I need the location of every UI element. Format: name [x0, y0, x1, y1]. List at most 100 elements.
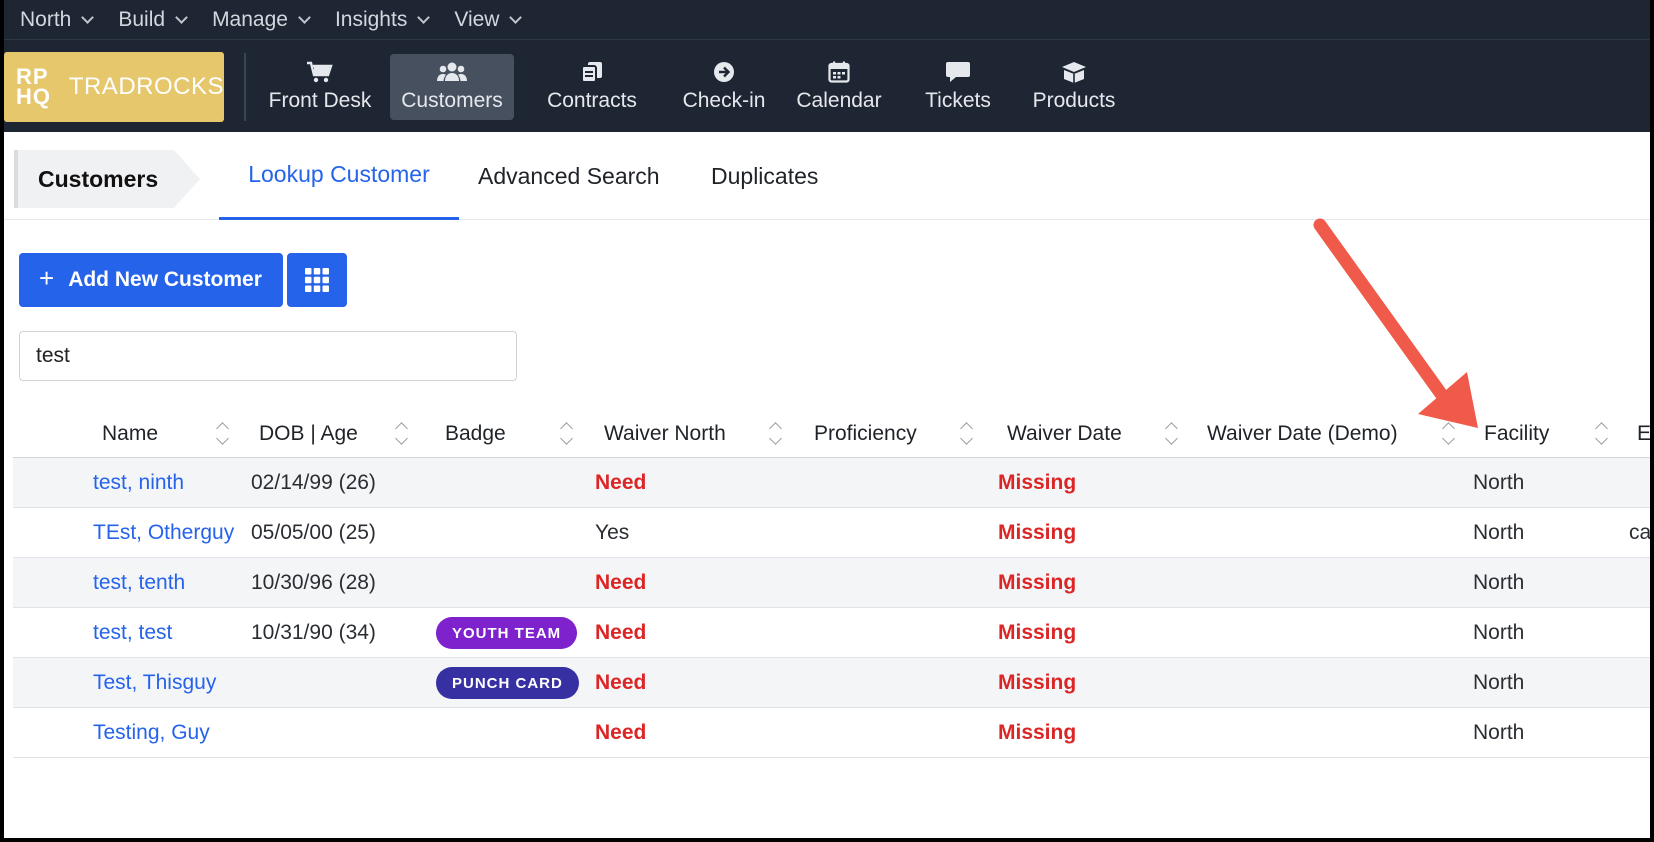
add-new-customer-label: Add New Customer — [68, 268, 262, 291]
sort-icon[interactable] — [1442, 420, 1456, 448]
customer-name-link[interactable]: TEst, Otherguy — [93, 521, 234, 545]
tab-advanced-search[interactable]: Advanced Search — [478, 132, 660, 220]
waiver-date-cell: Missing — [998, 621, 1077, 644]
waiver-north-cell: Yes — [595, 521, 630, 544]
nav-check-in-label: Check-in — [682, 89, 766, 112]
column-email[interactable]: Em — [1637, 422, 1650, 446]
sort-icon[interactable] — [960, 420, 974, 448]
menu-north[interactable]: North — [20, 8, 95, 32]
table-row[interactable]: TEst, Otherguy 05/05/00 (25) Yes Missing… — [13, 508, 1650, 558]
column-name[interactable]: Name — [102, 422, 158, 446]
facility-cell: North — [1473, 471, 1525, 494]
customer-name-link[interactable]: test, tenth — [93, 571, 185, 595]
table-row[interactable]: test, test 10/31/90 (34) YOUTH TEAM Need… — [13, 608, 1650, 658]
menu-manage[interactable]: Manage — [212, 7, 311, 32]
plus-icon: + — [39, 263, 55, 293]
column-waiver-date[interactable]: Waiver Date — [1007, 422, 1122, 446]
dob-cell: 10/31/90 (34) — [251, 621, 376, 644]
sort-icon[interactable] — [1165, 420, 1179, 448]
top-menu: North Build Manage Insights View — [4, 0, 1650, 40]
users-icon — [437, 62, 467, 81]
nav-divider — [244, 53, 246, 121]
chevron-down-icon — [81, 10, 95, 24]
menu-build-label: Build — [118, 7, 166, 31]
nav-products[interactable]: Products — [1014, 54, 1134, 120]
column-facility[interactable]: Facility — [1484, 422, 1549, 446]
column-proficiency[interactable]: Proficiency — [814, 422, 917, 446]
chat-icon — [946, 62, 970, 82]
tab-duplicates[interactable]: Duplicates — [711, 132, 818, 220]
waiver-north-cell: Need — [595, 571, 647, 594]
dob-cell: 05/05/00 (25) — [251, 521, 376, 544]
chevron-down-icon — [509, 10, 523, 24]
menu-manage-label: Manage — [212, 7, 288, 31]
menu-insights-label: Insights — [334, 7, 408, 31]
nav-customers[interactable]: Customers — [390, 54, 514, 120]
add-new-customer-button[interactable]: + Add New Customer — [19, 253, 283, 307]
waiver-north-cell: Need — [595, 671, 647, 694]
arrow-circle-icon — [714, 62, 734, 82]
facility-cell: North — [1473, 571, 1525, 594]
facility-cell: North — [1473, 521, 1525, 544]
column-waiver-date-demo[interactable]: Waiver Date (Demo) — [1207, 422, 1398, 446]
nav-contracts-label: Contracts — [547, 89, 637, 112]
table-row[interactable]: Test, Thisguy PUNCH CARD Need Missing No… — [13, 658, 1650, 708]
customer-name-link[interactable]: Test, Thisguy — [93, 671, 216, 695]
email-cell: ca — [1629, 521, 1650, 544]
sort-icon[interactable] — [395, 420, 409, 448]
dob-cell: 02/14/99 (26) — [251, 471, 376, 494]
logo-name: TRADROCKS — [68, 73, 224, 100]
breadcrumb-arrow — [174, 150, 200, 208]
nav-customers-label: Customers — [401, 89, 503, 112]
nav-products-label: Products — [1032, 89, 1116, 112]
box-icon — [1062, 62, 1086, 83]
cart-icon — [307, 61, 333, 83]
table-row[interactable]: test, tenth 10/30/96 (28) Need Missing N… — [13, 558, 1650, 608]
nav-tickets[interactable]: Tickets — [908, 54, 1008, 120]
nav-calendar-label: Calendar — [796, 89, 882, 112]
column-waiver-north[interactable]: Waiver North — [604, 422, 726, 446]
grid-icon — [305, 268, 329, 292]
logo[interactable]: RP HQ TRADROCKS — [4, 52, 224, 122]
sort-icon[interactable] — [216, 420, 230, 448]
menu-insights[interactable]: Insights — [334, 7, 431, 32]
sort-icon[interactable] — [769, 420, 783, 448]
menu-build[interactable]: Build — [118, 7, 188, 32]
chevron-down-icon — [298, 10, 311, 24]
waiver-date-cell: Missing — [998, 471, 1077, 494]
dob-cell: 10/30/96 (28) — [251, 571, 376, 594]
contracts-icon — [581, 62, 602, 83]
nav-front-desk[interactable]: Front Desk — [260, 54, 380, 120]
grid-view-button[interactable] — [287, 253, 347, 307]
tab-bar: Customers Lookup Customer Advanced Searc… — [4, 132, 1650, 220]
chevron-down-icon — [175, 10, 188, 24]
table-row[interactable]: test, ninth 02/14/99 (26) Need Missing N… — [13, 458, 1650, 508]
waiver-north-cell: Need — [595, 471, 647, 494]
customer-name-link[interactable]: test, ninth — [93, 471, 184, 495]
facility-cell: North — [1473, 721, 1525, 744]
nav-contracts[interactable]: Contracts — [532, 54, 652, 120]
waiver-date-cell: Missing — [998, 721, 1077, 744]
column-dob-age[interactable]: DOB | Age — [259, 422, 358, 446]
main-nav: RP HQ TRADROCKS Front Desk Customers Cont… — [4, 40, 1650, 132]
table-row[interactable]: Testing, Guy Need Missing North — [13, 708, 1650, 758]
menu-view[interactable]: View — [454, 7, 523, 32]
chevron-down-icon — [417, 10, 431, 24]
menu-view-label: View — [454, 7, 500, 31]
sort-icon[interactable] — [1595, 420, 1609, 448]
waiver-date-cell: Missing — [998, 521, 1077, 544]
facility-cell: North — [1473, 671, 1525, 694]
nav-tickets-label: Tickets — [925, 89, 991, 112]
search-input[interactable] — [19, 331, 517, 381]
waiver-north-cell: Need — [595, 721, 647, 744]
nav-front-desk-label: Front Desk — [268, 89, 372, 112]
waiver-north-cell: Need — [595, 621, 647, 644]
nav-calendar[interactable]: Calendar — [784, 54, 894, 120]
customer-name-link[interactable]: Testing, Guy — [93, 721, 210, 745]
tab-lookup-customer[interactable]: Lookup Customer — [219, 132, 459, 220]
column-badge[interactable]: Badge — [445, 422, 506, 446]
sort-icon[interactable] — [560, 420, 574, 448]
calendar-icon — [828, 61, 850, 83]
nav-check-in[interactable]: Check-in — [664, 54, 784, 120]
customer-name-link[interactable]: test, test — [93, 621, 172, 645]
